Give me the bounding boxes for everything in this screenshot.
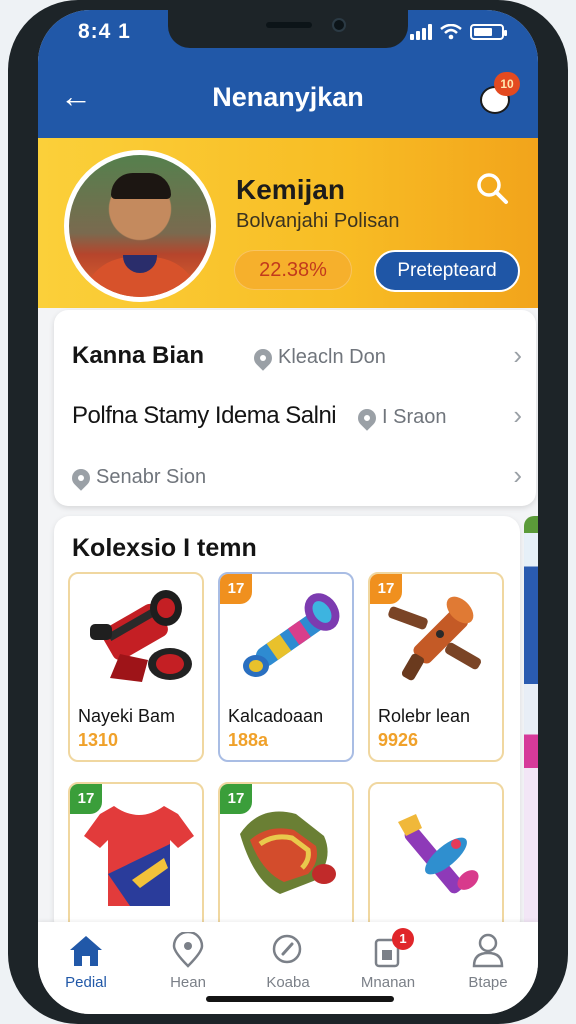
item-name: Kalcadoaan [228,706,324,726]
location-label: Kleacln Don [278,346,386,368]
item-badge: 17 [370,574,402,604]
horn-icon [90,590,192,682]
profile-banner: Kemijan Bolvanjahi Polisan 22.38% Pretep… [38,138,538,308]
tab-cart[interactable]: 1 Mnanan [348,928,428,991]
profile-icon [472,933,504,968]
collection-item[interactable]: 17 [218,782,354,932]
cart-badge: 1 [392,928,414,950]
info-row[interactable]: Polfna Stamy Idema Salni I Sraon › [72,396,522,436]
search-icon [272,934,302,964]
device-notch [168,10,408,48]
tab-label: Btape [468,974,508,991]
item-name: Nayeki Bam [78,706,176,726]
item-badge: 17 [220,784,252,814]
phone-frame: 8:4 1 ← Nenanyjkan 10 Kemijan Bolvanjahi… [8,0,568,1024]
location-label: Senabr Sion [96,466,207,488]
info-row[interactable]: Kanna Bian Kleacln Don › [72,336,522,376]
item-price: 188a [228,730,269,750]
avatar[interactable] [64,150,216,302]
tab-label: Pedial [65,974,107,991]
item-badge: 17 [70,784,102,814]
navigation-bar: ← Nenanyjkan 10 [38,72,538,122]
location-pin-icon [172,932,204,968]
chevron-right-icon: › [513,340,522,370]
collection-title: Kolexsio I temn [72,534,257,562]
signal-icon [410,24,432,40]
next-card-peek [524,516,538,936]
tab-search[interactable]: Koaba [248,932,328,991]
tab-location[interactable]: Hean [148,932,228,991]
battery-icon [470,24,507,40]
item-price: 9926 [378,730,419,750]
info-row-location: I Sraon [354,404,447,431]
location-label: I Sraon [382,406,447,428]
tab-profile[interactable]: Btape [448,932,528,991]
profile-action-button[interactable]: Pretepteard [374,250,520,292]
system-icons [410,24,507,40]
notification-badge: 10 [494,72,520,96]
page-title: Nenanyjkan [212,82,364,112]
info-row-title: Kanna Bian [72,342,205,369]
tab-label: Hean [170,974,206,991]
location-pin-icon [354,404,380,431]
app-screen: 8:4 1 ← Nenanyjkan 10 Kemijan Bolvanjahi… [38,10,538,1014]
profile-name: Kemijan [236,174,345,205]
collection-card: Kolexsio I temn Nayeki Bam 1310 17 Kalca… [54,516,520,936]
info-row-location: Kleacln Don [250,344,386,371]
search-icon[interactable] [474,170,510,206]
profile-stat-pill: 22.38% [234,250,352,290]
chevron-right-icon: › [513,460,522,490]
tab-home[interactable]: Pedial [46,932,126,991]
status-time: 8:4 1 [78,20,131,43]
info-card: Kanna Bian Kleacln Don › Polfna Stamy Id… [54,310,536,506]
collection-item[interactable]: 17 Rolebr lean 9926 [368,572,504,762]
collection-item[interactable]: 17 Kalcadoaan 188a [218,572,354,762]
mascot-notification-button[interactable]: 10 [474,72,520,118]
location-pin-icon [68,464,94,491]
info-row[interactable]: Senabr Sion › [68,456,522,496]
home-icon [70,936,102,966]
profile-subtitle: Bolvanjahi Polisan [236,210,400,232]
info-row-title: Polfna Stamy Idema Salni [72,402,337,429]
item-price: 1310 [78,730,119,750]
info-row-location: Senabr Sion [68,464,207,491]
location-pin-icon [250,344,276,371]
item-badge: 17 [220,574,252,604]
tab-label: Koaba [266,974,310,991]
collection-item[interactable]: 17 [68,782,204,932]
collection-item[interactable]: Nayeki Bam 1310 [68,572,204,762]
chevron-right-icon: › [513,400,522,430]
tab-label: Mnanan [360,974,416,991]
item-name: Rolebr lean [378,706,471,726]
wifi-icon [440,24,462,40]
collection-item[interactable] [368,782,504,932]
rattle-icon [398,814,479,894]
home-indicator [206,996,394,1002]
